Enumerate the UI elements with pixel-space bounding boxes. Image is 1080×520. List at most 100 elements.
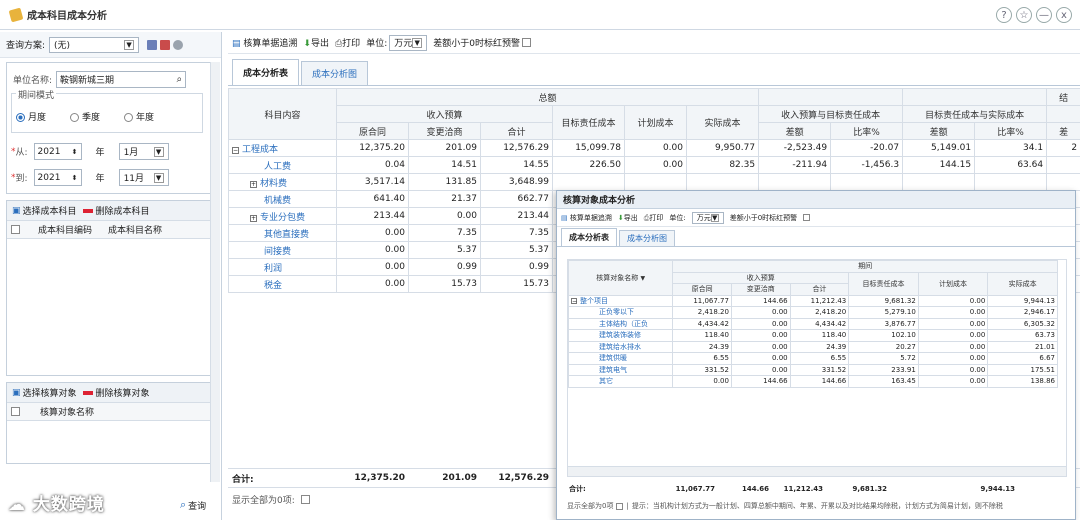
unit-select[interactable]: 万元 ▼ <box>389 34 428 51</box>
dialog-unit-select[interactable]: 万元 ▼ <box>691 211 724 224</box>
expand-icon[interactable]: + <box>250 214 257 222</box>
help-icon[interactable]: ? <box>996 7 1012 23</box>
cell-change: 7.35 <box>408 224 481 242</box>
row-object-name[interactable]: − 整个项目 <box>568 294 674 307</box>
row-subject-name[interactable]: 间接费 <box>228 241 337 259</box>
radio-month[interactable]: 月度 <box>16 110 46 123</box>
accounting-object-panel: ▣ 选择核算对象 删除核算对象 核算对象名称 <box>6 382 215 464</box>
export-button[interactable]: ⬇导出 <box>303 36 329 49</box>
table-row[interactable]: − 整个项目 11,067.77 144.66 11,212.43 9,681.32 0.0… <box>568 294 1058 307</box>
table-row[interactable]: + 材料费 3,517.14 131.85 3,648.99 <box>228 173 1080 191</box>
row-object-name[interactable]: 建筑供暖 <box>568 352 674 365</box>
table-row[interactable]: 人工费 0.04 14.51 14.55 226.50 0.00 82.35 -211.94-… <box>228 156 1080 174</box>
from-year-spinner[interactable]: 2021 ⬍ <box>33 143 82 160</box>
row-subject-name[interactable]: 利润 <box>228 258 337 276</box>
table-row[interactable]: 正负零以下 2,418.20 0.00 2,418.20 5,279.10 0.00 2,9… <box>568 306 1058 319</box>
row-object-name[interactable]: 主体结构（正负 <box>568 317 674 330</box>
col-actual: 实际成本 <box>685 105 760 140</box>
cell-sum: 5.37 <box>480 241 553 259</box>
from-label: 从: <box>15 148 28 158</box>
row-object-name[interactable]: 建筑装饰装修 <box>568 329 674 342</box>
from-month-select[interactable]: 1月 ▼ <box>118 143 169 160</box>
select-all-objects-checkbox[interactable] <box>11 407 20 416</box>
dialog-tab-table[interactable]: 成本分析表 <box>561 228 617 246</box>
col-subject-name: 成本科目名称 <box>107 226 162 236</box>
chevron-down-icon: ▼ <box>124 39 135 50</box>
app-icon <box>8 7 24 22</box>
table-row[interactable]: 建筑供暖 6.55 0.00 6.55 5.72 0.00 6.67 <box>568 352 1058 365</box>
table-row[interactable]: − 工程成本 12,375.20 201.09 12,576.29 15,099.78 0.… <box>228 139 1080 157</box>
row-subject-name[interactable]: 其他直接费 <box>228 224 337 242</box>
row-object-name[interactable]: 建筑电气 <box>568 363 674 376</box>
dialog-show-zero-checkbox[interactable] <box>616 502 624 510</box>
row-object-name[interactable]: 正负零以下 <box>568 306 674 319</box>
table-row[interactable]: 建筑给水排水 24.39 0.00 24.39 20.27 0.00 21.01 <box>568 340 1058 353</box>
collapse-icon[interactable]: − <box>232 146 239 154</box>
trace-button[interactable]: ▤ 核算单据追溯 <box>232 36 297 49</box>
radio-quarter[interactable]: 季度 <box>70 110 100 123</box>
radio-year[interactable]: 年度 <box>124 110 154 123</box>
dialog-trace-button[interactable]: ▤ 核算单据追溯 <box>561 213 612 223</box>
to-month-select[interactable]: 11月 ▼ <box>118 169 169 186</box>
cell-actual: 82.35 <box>685 156 760 174</box>
select-subject-button[interactable]: 选择成本科目 <box>23 204 77 217</box>
cell-sum: 2,418.20 <box>789 306 850 319</box>
row-subject-name[interactable]: 人工费 <box>228 156 337 174</box>
row-subject-name[interactable]: + 专业分包费 <box>228 207 337 225</box>
dialog-tab-chart[interactable]: 成本分析图 <box>619 230 675 246</box>
dialog-alert-checkbox[interactable] <box>803 214 811 221</box>
search-icon[interactable]: ⌕ <box>176 74 182 85</box>
cell-change: 144.66 <box>730 375 791 388</box>
save-as-icon[interactable] <box>160 39 171 50</box>
query-button[interactable]: ⌕ 查询 <box>180 498 206 512</box>
expand-icon[interactable]: + <box>250 180 257 188</box>
delete-subject-button[interactable]: 删除成本科目 <box>96 204 150 217</box>
row-subject-name[interactable]: 税金 <box>228 275 337 293</box>
tab-analysis-table[interactable]: 成本分析表 <box>232 59 300 85</box>
row-object-name[interactable]: 建筑给水排水 <box>568 340 674 353</box>
col-sum: 合计 <box>480 122 553 140</box>
cell-orig: 11,067.77 <box>672 294 732 307</box>
dialog-print-button[interactable]: ⎙打印 <box>644 213 664 223</box>
select-object-button[interactable]: 选择核算对象 <box>23 386 77 399</box>
tab-analysis-chart[interactable]: 成本分析图 <box>301 61 369 85</box>
negative-alert-checkbox[interactable] <box>521 38 531 47</box>
table-row[interactable]: 其它 0.00 144.66 144.66 163.45 0.00 138.86 <box>568 375 1058 388</box>
row-subject-name[interactable]: + 材料费 <box>228 173 337 191</box>
show-zero-checkbox[interactable] <box>300 495 310 504</box>
select-all-checkbox[interactable] <box>11 225 20 234</box>
select-icon: ▣ <box>12 387 21 398</box>
table-row[interactable]: 建筑装饰装修 118.40 0.00 118.40 102.10 0.00 63.73 <box>568 329 1058 342</box>
col-total: 总额 <box>335 88 760 106</box>
cell-orig: 118.40 <box>672 329 732 342</box>
cell-orig: 2,418.20 <box>672 306 732 319</box>
table-row[interactable]: 主体结构（正负 4,434.42 0.00 4,434.42 3,876.77 0.00 6… <box>568 317 1058 330</box>
cell-sum: 213.44 <box>480 207 553 225</box>
favorite-icon[interactable]: ☆ <box>1016 7 1032 23</box>
close-icon[interactable]: x <box>1056 7 1072 23</box>
save-icon[interactable] <box>147 39 158 50</box>
row-subject-name[interactable]: 机械费 <box>228 190 337 208</box>
delete-object-button[interactable]: 删除核算对象 <box>96 386 150 399</box>
table-row[interactable]: 建筑电气 331.52 0.00 331.52 233.91 0.00 175.51 <box>568 363 1058 376</box>
minimize-icon[interactable]: — <box>1036 7 1052 23</box>
cell-orig: 0.00 <box>672 375 732 388</box>
row-object-name[interactable]: 其它 <box>568 375 674 388</box>
query-scheme-select[interactable]: (无) ▼ <box>49 36 140 53</box>
cell-actual: 138.86 <box>987 375 1058 388</box>
settings-icon[interactable] <box>173 39 184 50</box>
cell-target: 233.91 <box>848 363 919 376</box>
row-subject-name[interactable]: − 工程成本 <box>228 139 337 157</box>
print-button[interactable]: ⎙打印 <box>335 36 360 49</box>
cell-actual: 6,305.32 <box>987 317 1058 330</box>
cell-d2: 144.15 <box>902 156 976 174</box>
dialog-hscrollbar[interactable] <box>568 466 1066 476</box>
unit-name-input[interactable]: 鞍钢新城三期 ⌕ <box>56 71 187 88</box>
cell-orig: 4,434.42 <box>672 317 732 330</box>
dialog-export-button[interactable]: ⬇导出 <box>618 213 638 223</box>
col-change: 变更洽商 <box>408 122 481 140</box>
left-scrollbar[interactable] <box>210 62 220 482</box>
to-year-spinner[interactable]: 2021 ⬍ <box>33 169 82 186</box>
collapse-icon[interactable]: − <box>571 297 577 304</box>
cell-sum: 14.55 <box>480 156 553 174</box>
